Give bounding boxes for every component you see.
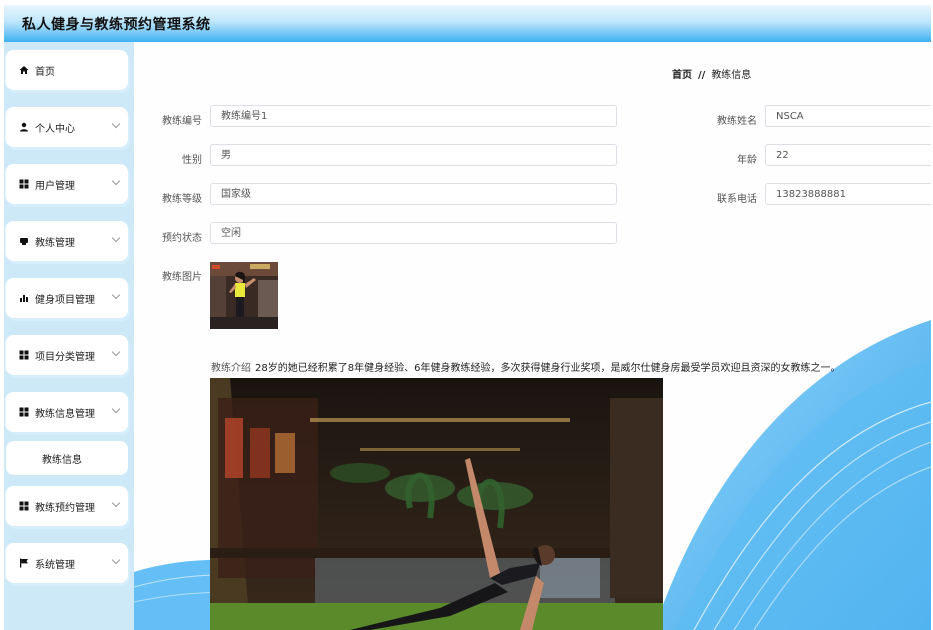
sidebar-item-system-management[interactable]: 系统管理 [6,543,128,583]
app-title: 私人健身与教练预约管理系统 [22,17,211,33]
booking-status-label: 预约状态 [162,233,202,244]
coach-intro-label: 教练介绍 [211,363,251,374]
sidebar-item-label: 教练预约管理 [35,502,95,514]
chevron-down-icon [111,233,121,243]
breadcrumb-current: 教练信息 [711,70,752,81]
breadcrumb-home[interactable]: 首页 [672,70,692,81]
sidebar-item-fitness-project-management[interactable]: 健身项目管理 [6,278,128,318]
sidebar-item-coach-info-management[interactable]: 教练信息管理 [6,392,128,432]
coach-id-label: 教练编号 [162,116,202,127]
home-icon [19,65,29,75]
grid-icon [19,407,29,417]
breadcrumb: 首页 // 教练信息 [672,66,751,81]
chevron-down-icon [111,347,121,357]
user-icon [19,122,29,132]
sidebar-item-label: 个人中心 [35,123,75,135]
chevron-down-icon [111,176,121,186]
coach-icon [19,236,29,246]
coach-intro-photo [210,378,663,630]
coach-intro-text: 28岁的她已经积累了8年健身经验、6年健身教练经验，多次获得健身行业奖项，是威尔… [255,363,841,374]
phone-label: 联系电话 [717,194,757,205]
top-header-bar: 私人健身与教练预约管理系统 [4,5,931,42]
coach-name-field[interactable]: NSCA [765,105,931,127]
phone-field[interactable]: 13823888881 [765,183,931,205]
coach-photo-thumbnail [210,262,278,329]
gender-label: 性别 [182,155,202,166]
chevron-down-icon [111,404,121,414]
sidebar: 首页 个人中心 用户管理 教练管理 健身项目管理 项目分类管理 教练信息管理 教… [4,42,134,630]
grid-icon [19,179,29,189]
sidebar-item-coach-management[interactable]: 教练管理 [6,221,128,261]
chevron-down-icon [111,119,121,129]
sidebar-item-home[interactable]: 首页 [6,50,128,90]
chevron-down-icon [111,290,121,300]
booking-status-field[interactable]: 空闲 [210,222,617,244]
sidebar-item-label: 健身项目管理 [35,294,95,306]
coach-photo-label: 教练图片 [162,272,202,283]
sidebar-item-label: 项目分类管理 [35,351,95,363]
chevron-down-icon [111,555,121,565]
coach-id-field[interactable]: 教练编号1 [210,105,617,127]
sidebar-item-personal-center[interactable]: 个人中心 [6,107,128,147]
coach-intro: 教练介绍 28岁的她已经积累了8年健身经验、6年健身教练经验，多次获得健身行业奖项… [211,359,840,374]
main-content: 首页 // 教练信息 教练编号 教练编号1 教练姓名 NSCA 性别 男 年龄 22… [134,42,931,630]
chevron-down-icon [111,498,121,508]
sidebar-item-label: 教练管理 [35,237,75,249]
sidebar-item-category-management[interactable]: 项目分类管理 [6,335,128,375]
age-label: 年龄 [737,155,757,166]
breadcrumb-separator: // [698,70,706,81]
coach-level-label: 教练等级 [162,194,202,205]
flag-icon [19,558,29,568]
sidebar-subitem-label: 教练信息 [42,454,82,466]
sidebar-subitem-coach-info[interactable]: 教练信息 [6,441,128,475]
sidebar-item-label: 首页 [35,66,55,78]
grid-icon [19,350,29,360]
sidebar-item-booking-management[interactable]: 教练预约管理 [6,486,128,526]
grid-icon [19,501,29,511]
sidebar-item-label: 用户管理 [35,180,75,192]
age-field[interactable]: 22 [765,144,931,166]
sidebar-item-user-management[interactable]: 用户管理 [6,164,128,204]
sidebar-item-label: 系统管理 [35,559,75,571]
coach-name-label: 教练姓名 [717,116,757,127]
bar-chart-icon [19,293,29,303]
sidebar-item-label: 教练信息管理 [35,408,95,420]
gender-field[interactable]: 男 [210,144,617,166]
coach-level-field[interactable]: 国家级 [210,183,617,205]
